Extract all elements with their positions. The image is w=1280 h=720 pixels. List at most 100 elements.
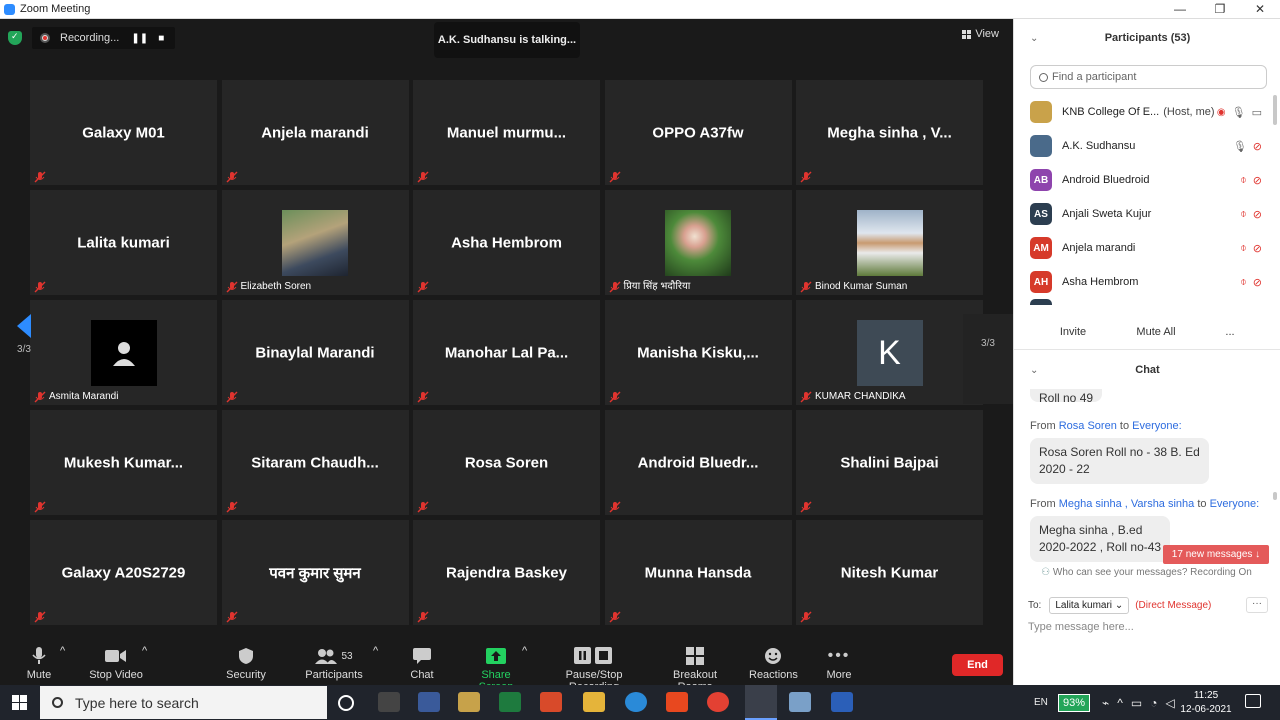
- mute-button[interactable]: Mute: [22, 645, 56, 681]
- participant-search-input[interactable]: Find a participant: [1030, 65, 1267, 89]
- participants-button[interactable]: 53 Participants: [304, 645, 364, 681]
- participant-video-tile[interactable]: Rosa Soren: [413, 410, 600, 515]
- battery-indicator[interactable]: 93%: [1058, 685, 1091, 720]
- participant-video-tile[interactable]: Nitesh Kumar: [796, 520, 983, 625]
- next-page-button[interactable]: 3/3: [963, 314, 1013, 404]
- participant-video-tile[interactable]: Lalita kumari: [30, 190, 217, 295]
- participant-list-item[interactable]: AM Anjela marandi ⌽ ⊘: [1030, 231, 1274, 265]
- participant-video-tile[interactable]: Asmita Marandi: [30, 300, 217, 405]
- security-button[interactable]: Security: [222, 645, 270, 681]
- recipient-select[interactable]: Lalita kumari ⌄: [1049, 596, 1130, 614]
- participant-list-item[interactable]: AH Asha Hembrom ⌽ ⊘: [1030, 265, 1274, 299]
- task-view-icon[interactable]: [378, 692, 400, 712]
- more-participant-options-button[interactable]: ...: [1220, 321, 1240, 343]
- participant-video-tile[interactable]: OPPO A37fw: [604, 80, 792, 185]
- participant-video-tile[interactable]: Binaylal Marandi: [221, 300, 409, 405]
- reactions-button[interactable]: Reactions: [749, 645, 798, 681]
- video-off-icon[interactable]: ⊘: [1253, 242, 1262, 255]
- previous-page-button[interactable]: 3/3: [13, 314, 35, 355]
- powerpoint-app-icon[interactable]: [540, 692, 562, 712]
- video-options-caret[interactable]: ^: [142, 645, 147, 657]
- restore-button[interactable]: ❐: [1200, 0, 1240, 19]
- excel-app-icon[interactable]: [499, 692, 521, 712]
- notes-app-icon[interactable]: [789, 692, 811, 712]
- taskbar-search-box[interactable]: Type here to search: [40, 686, 327, 719]
- participant-video-tile[interactable]: Shalini Bajpai: [796, 410, 983, 515]
- video-off-icon[interactable]: ⊘: [1253, 140, 1262, 153]
- muted-mic-icon[interactable]: ⌽: [1240, 208, 1247, 221]
- participant-video-tile[interactable]: Galaxy M01: [30, 80, 217, 185]
- video-off-icon[interactable]: ⊘: [1253, 208, 1262, 221]
- photos-app-icon[interactable]: [418, 692, 440, 712]
- video-off-icon[interactable]: ⊘: [1253, 174, 1262, 187]
- participant-video-tile[interactable]: पवन कुमार सुमन: [221, 520, 409, 625]
- microphone-icon[interactable]: 🎙︎: [1233, 140, 1247, 153]
- participant-video-tile[interactable]: Anjela marandi: [221, 80, 409, 185]
- participant-video-tile[interactable]: प्रिया सिंह भदौरिया: [604, 190, 792, 295]
- participant-video-tile[interactable]: Asha Hembrom: [413, 190, 600, 295]
- language-indicator[interactable]: EN: [1034, 685, 1048, 720]
- recipient-name[interactable]: Everyone:: [1210, 498, 1260, 510]
- recipient-name[interactable]: Everyone:: [1132, 420, 1182, 432]
- view-button[interactable]: View: [962, 28, 999, 40]
- more-button[interactable]: ••• More: [822, 645, 856, 681]
- minimize-button[interactable]: —: [1160, 0, 1200, 19]
- notifications-icon[interactable]: [1245, 694, 1261, 708]
- microphone-icon[interactable]: 🎙︎: [1232, 106, 1246, 119]
- participant-tile-name: Galaxy A20S2729: [61, 564, 186, 581]
- participant-video-tile[interactable]: Manuel murmu...: [413, 80, 600, 185]
- new-messages-badge[interactable]: 17 new messages ↓: [1163, 545, 1269, 564]
- participant-list-item[interactable]: AS Anjali Sweta Kujur ⌽ ⊘: [1030, 197, 1274, 231]
- participant-list-item[interactable]: AB Android Bluedroid ⌽ ⊘: [1030, 163, 1274, 197]
- end-meeting-button[interactable]: End: [952, 654, 1003, 676]
- office-app-icon[interactable]: [666, 692, 688, 712]
- muted-mic-icon[interactable]: ⌽: [1240, 276, 1247, 289]
- chat-message-input[interactable]: Type message here...: [1028, 621, 1134, 633]
- share-options-caret[interactable]: ^: [522, 645, 527, 657]
- word-app-icon[interactable]: [831, 692, 853, 712]
- participant-video-tile[interactable]: Android Bluedr...: [604, 410, 792, 515]
- participant-video-tile[interactable]: Sitaram Chaudh...: [221, 410, 409, 515]
- participant-video-tile[interactable]: K KUMAR CHANDIKA: [796, 300, 983, 405]
- video-off-icon[interactable]: ⊘: [1253, 276, 1262, 289]
- participant-video-tile[interactable]: Galaxy A20S2729: [30, 520, 217, 625]
- participant-video-tile[interactable]: Megha sinha , V...: [796, 80, 983, 185]
- close-button[interactable]: ✕: [1240, 0, 1280, 19]
- stop-video-button[interactable]: Stop Video: [88, 645, 144, 681]
- participant-video-tile[interactable]: Manisha Kisku,...: [604, 300, 792, 405]
- sender-name[interactable]: Megha sinha , Varsha sinha: [1059, 498, 1195, 510]
- muted-mic-icon[interactable]: ⌽: [1240, 242, 1247, 255]
- encryption-shield-icon[interactable]: [8, 31, 22, 45]
- windows-start-icon[interactable]: [12, 695, 27, 710]
- participant-video-tile[interactable]: Manohar Lal Pa...: [413, 300, 600, 405]
- participant-video-tile[interactable]: Munna Hansda: [604, 520, 792, 625]
- video-camera-icon[interactable]: ▭: [1252, 106, 1262, 119]
- chat-button[interactable]: Chat: [406, 645, 438, 681]
- edge-browser-icon[interactable]: [625, 692, 647, 712]
- participant-list-item[interactable]: A.K. Sudhansu 🎙︎ ⊘: [1030, 129, 1274, 163]
- stop-recording-icon[interactable]: ■: [155, 33, 167, 44]
- chat-scrollbar[interactable]: [1273, 492, 1277, 500]
- pause-recording-icon[interactable]: ❚❚: [131, 33, 148, 44]
- zoom-taskbar-icon[interactable]: [745, 685, 777, 720]
- muted-mic-icon[interactable]: ⌽: [1240, 174, 1247, 187]
- participant-video-tile[interactable]: Elizabeth Soren: [221, 190, 409, 295]
- chat-more-options-button[interactable]: ···: [1246, 597, 1268, 613]
- cortana-icon[interactable]: [338, 695, 354, 711]
- participant-video-tile[interactable]: Rajendra Baskey: [413, 520, 600, 625]
- who-can-see-messages-link[interactable]: ⚇ Who can see your messages? Recording O…: [1013, 567, 1280, 578]
- participant-video-tile[interactable]: Binod Kumar Suman: [796, 190, 983, 295]
- participant-video-tile[interactable]: Mukesh Kumar...: [30, 410, 217, 515]
- taskbar-clock[interactable]: 11:25 12-06-2021: [1178, 689, 1234, 717]
- sender-name[interactable]: Rosa Soren: [1059, 420, 1117, 432]
- store-app-icon[interactable]: [458, 692, 480, 712]
- chrome-browser-icon[interactable]: [707, 692, 729, 712]
- participant-list-scrollbar[interactable]: [1273, 95, 1277, 125]
- participants-options-caret[interactable]: ^: [373, 645, 378, 657]
- system-tray-icons[interactable]: ⌁ ^ ▭ ◔ ◁: [1102, 685, 1175, 720]
- file-explorer-icon[interactable]: [583, 692, 605, 712]
- mute-all-button[interactable]: Mute All: [1135, 321, 1177, 343]
- invite-button[interactable]: Invite: [1057, 321, 1089, 343]
- participant-list-item[interactable]: KNB College Of E... (Host, me) ◉ 🎙︎ ▭: [1030, 95, 1274, 129]
- audio-options-caret[interactable]: ^: [60, 645, 65, 657]
